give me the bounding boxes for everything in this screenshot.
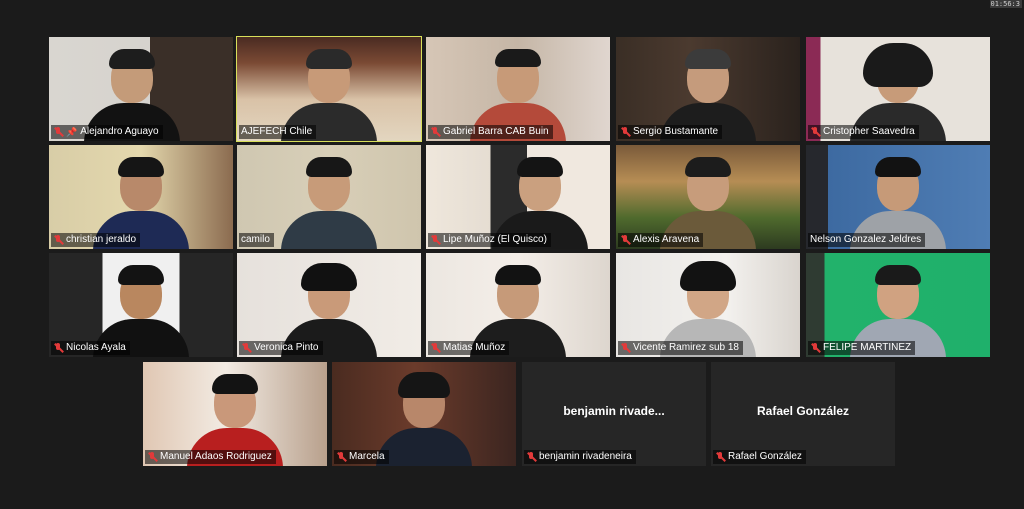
participant-label: Matias Muñoz [428,341,510,355]
participant-label: Veronica Pinto [239,341,323,355]
muted-mic-icon [430,235,440,245]
meeting-timer: 01:56:3 [990,0,1022,8]
participant-tile-19[interactable]: Rafael González Rafael González [711,362,895,466]
participant-tile-9[interactable]: Alexis Aravena [616,145,800,249]
participant-label: christian jeraldo [51,233,141,247]
participant-label: Manuel Adaos Rodriguez [145,450,276,464]
participant-tile-12[interactable]: Veronica Pinto [237,253,421,357]
participant-label: camilo [239,233,274,247]
participant-label: Sergio Bustamante [618,125,723,139]
participant-tile-6[interactable]: christian jeraldo [49,145,233,249]
participant-label: Lipe Muñoz (El Quisco) [428,233,551,247]
participant-name: Cristopher Saavedra [823,126,915,137]
participant-name: Alejandro Aguayo [80,126,159,137]
participant-label: FELIPE MARTINEZ [808,341,916,355]
muted-mic-icon [810,127,820,137]
participant-center-name: Rafael González [756,404,850,418]
muted-mic-icon [53,127,63,137]
participant-label: Alexis Aravena [618,233,704,247]
participant-label: Nicolas Ayala [51,341,130,355]
muted-mic-icon [430,343,440,353]
muted-mic-icon [620,235,630,245]
participant-tile-5[interactable]: Cristopher Saavedra [806,37,990,141]
muted-mic-icon [336,452,346,462]
participant-name: christian jeraldo [66,234,137,245]
participant-label: Cristopher Saavedra [808,125,919,139]
participant-name: Matias Muñoz [443,342,506,353]
participant-tile-3[interactable]: Gabriel Barra CAB Buin [426,37,610,141]
muted-mic-icon [430,127,440,137]
participant-tile-8[interactable]: Lipe Muñoz (El Quisco) [426,145,610,249]
participant-tile-1[interactable]: 📌 Alejandro Aguayo [49,37,233,141]
video-feed [374,366,474,466]
participant-label: 📌 Alejandro Aguayo [51,125,163,139]
participant-tile-18[interactable]: benjamin rivade... benjamin rivadeneira [522,362,706,466]
participant-tile-4[interactable]: Sergio Bustamante [616,37,800,141]
participant-name: camilo [241,234,270,245]
participant-name: Vicente Ramirez sub 18 [633,342,739,353]
muted-mic-icon [147,452,157,462]
participant-name: FELIPE MARTINEZ [823,342,912,353]
video-feed [279,149,379,249]
participant-tile-15[interactable]: FELIPE MARTINEZ [806,253,990,357]
muted-mic-icon [526,452,536,462]
participant-label: Vicente Ramirez sub 18 [618,341,743,355]
muted-mic-icon [53,235,63,245]
participant-label: benjamin rivadeneira [524,450,636,464]
participant-name: benjamin rivadeneira [539,451,632,462]
participant-name: Nicolas Ayala [66,342,126,353]
participant-label: AJEFECH Chile [239,125,317,139]
participant-label: Marcela [334,450,389,464]
participant-tile-7[interactable]: camilo [237,145,421,249]
participant-center-name: benjamin rivade... [563,404,665,418]
participant-name: AJEFECH Chile [241,126,313,137]
participant-tile-10[interactable]: Nelson Gonzalez Jeldres [806,145,990,249]
participant-name: Lipe Muñoz (El Quisco) [443,234,547,245]
participant-name: Manuel Adaos Rodriguez [160,451,272,462]
participant-name: Gabriel Barra CAB Buin [443,126,549,137]
participant-tile-14[interactable]: Vicente Ramirez sub 18 [616,253,800,357]
participant-name: Veronica Pinto [254,342,319,353]
participant-label: Nelson Gonzalez Jeldres [808,233,926,247]
participant-name: Sergio Bustamante [633,126,719,137]
participant-name: Alexis Aravena [633,234,700,245]
muted-mic-icon [620,127,630,137]
participant-label: Gabriel Barra CAB Buin [428,125,553,139]
participant-tile-2[interactable]: AJEFECH Chile [236,36,422,142]
muted-mic-icon [810,343,820,353]
participant-tile-11[interactable]: Nicolas Ayala [49,253,233,357]
muted-mic-icon [241,343,251,353]
muted-mic-icon [53,343,63,353]
participant-name: Rafael González [728,451,802,462]
participant-tile-17[interactable]: Marcela [332,362,516,466]
pin-icon: 📌 [66,127,78,137]
participant-label: Rafael González [713,450,806,464]
participant-name: Nelson Gonzalez Jeldres [810,234,922,245]
participant-tile-13[interactable]: Matias Muñoz [426,253,610,357]
muted-mic-icon [620,343,630,353]
participant-tile-16[interactable]: Manuel Adaos Rodriguez [143,362,327,466]
muted-mic-icon [715,452,725,462]
participant-name: Marcela [349,451,385,462]
